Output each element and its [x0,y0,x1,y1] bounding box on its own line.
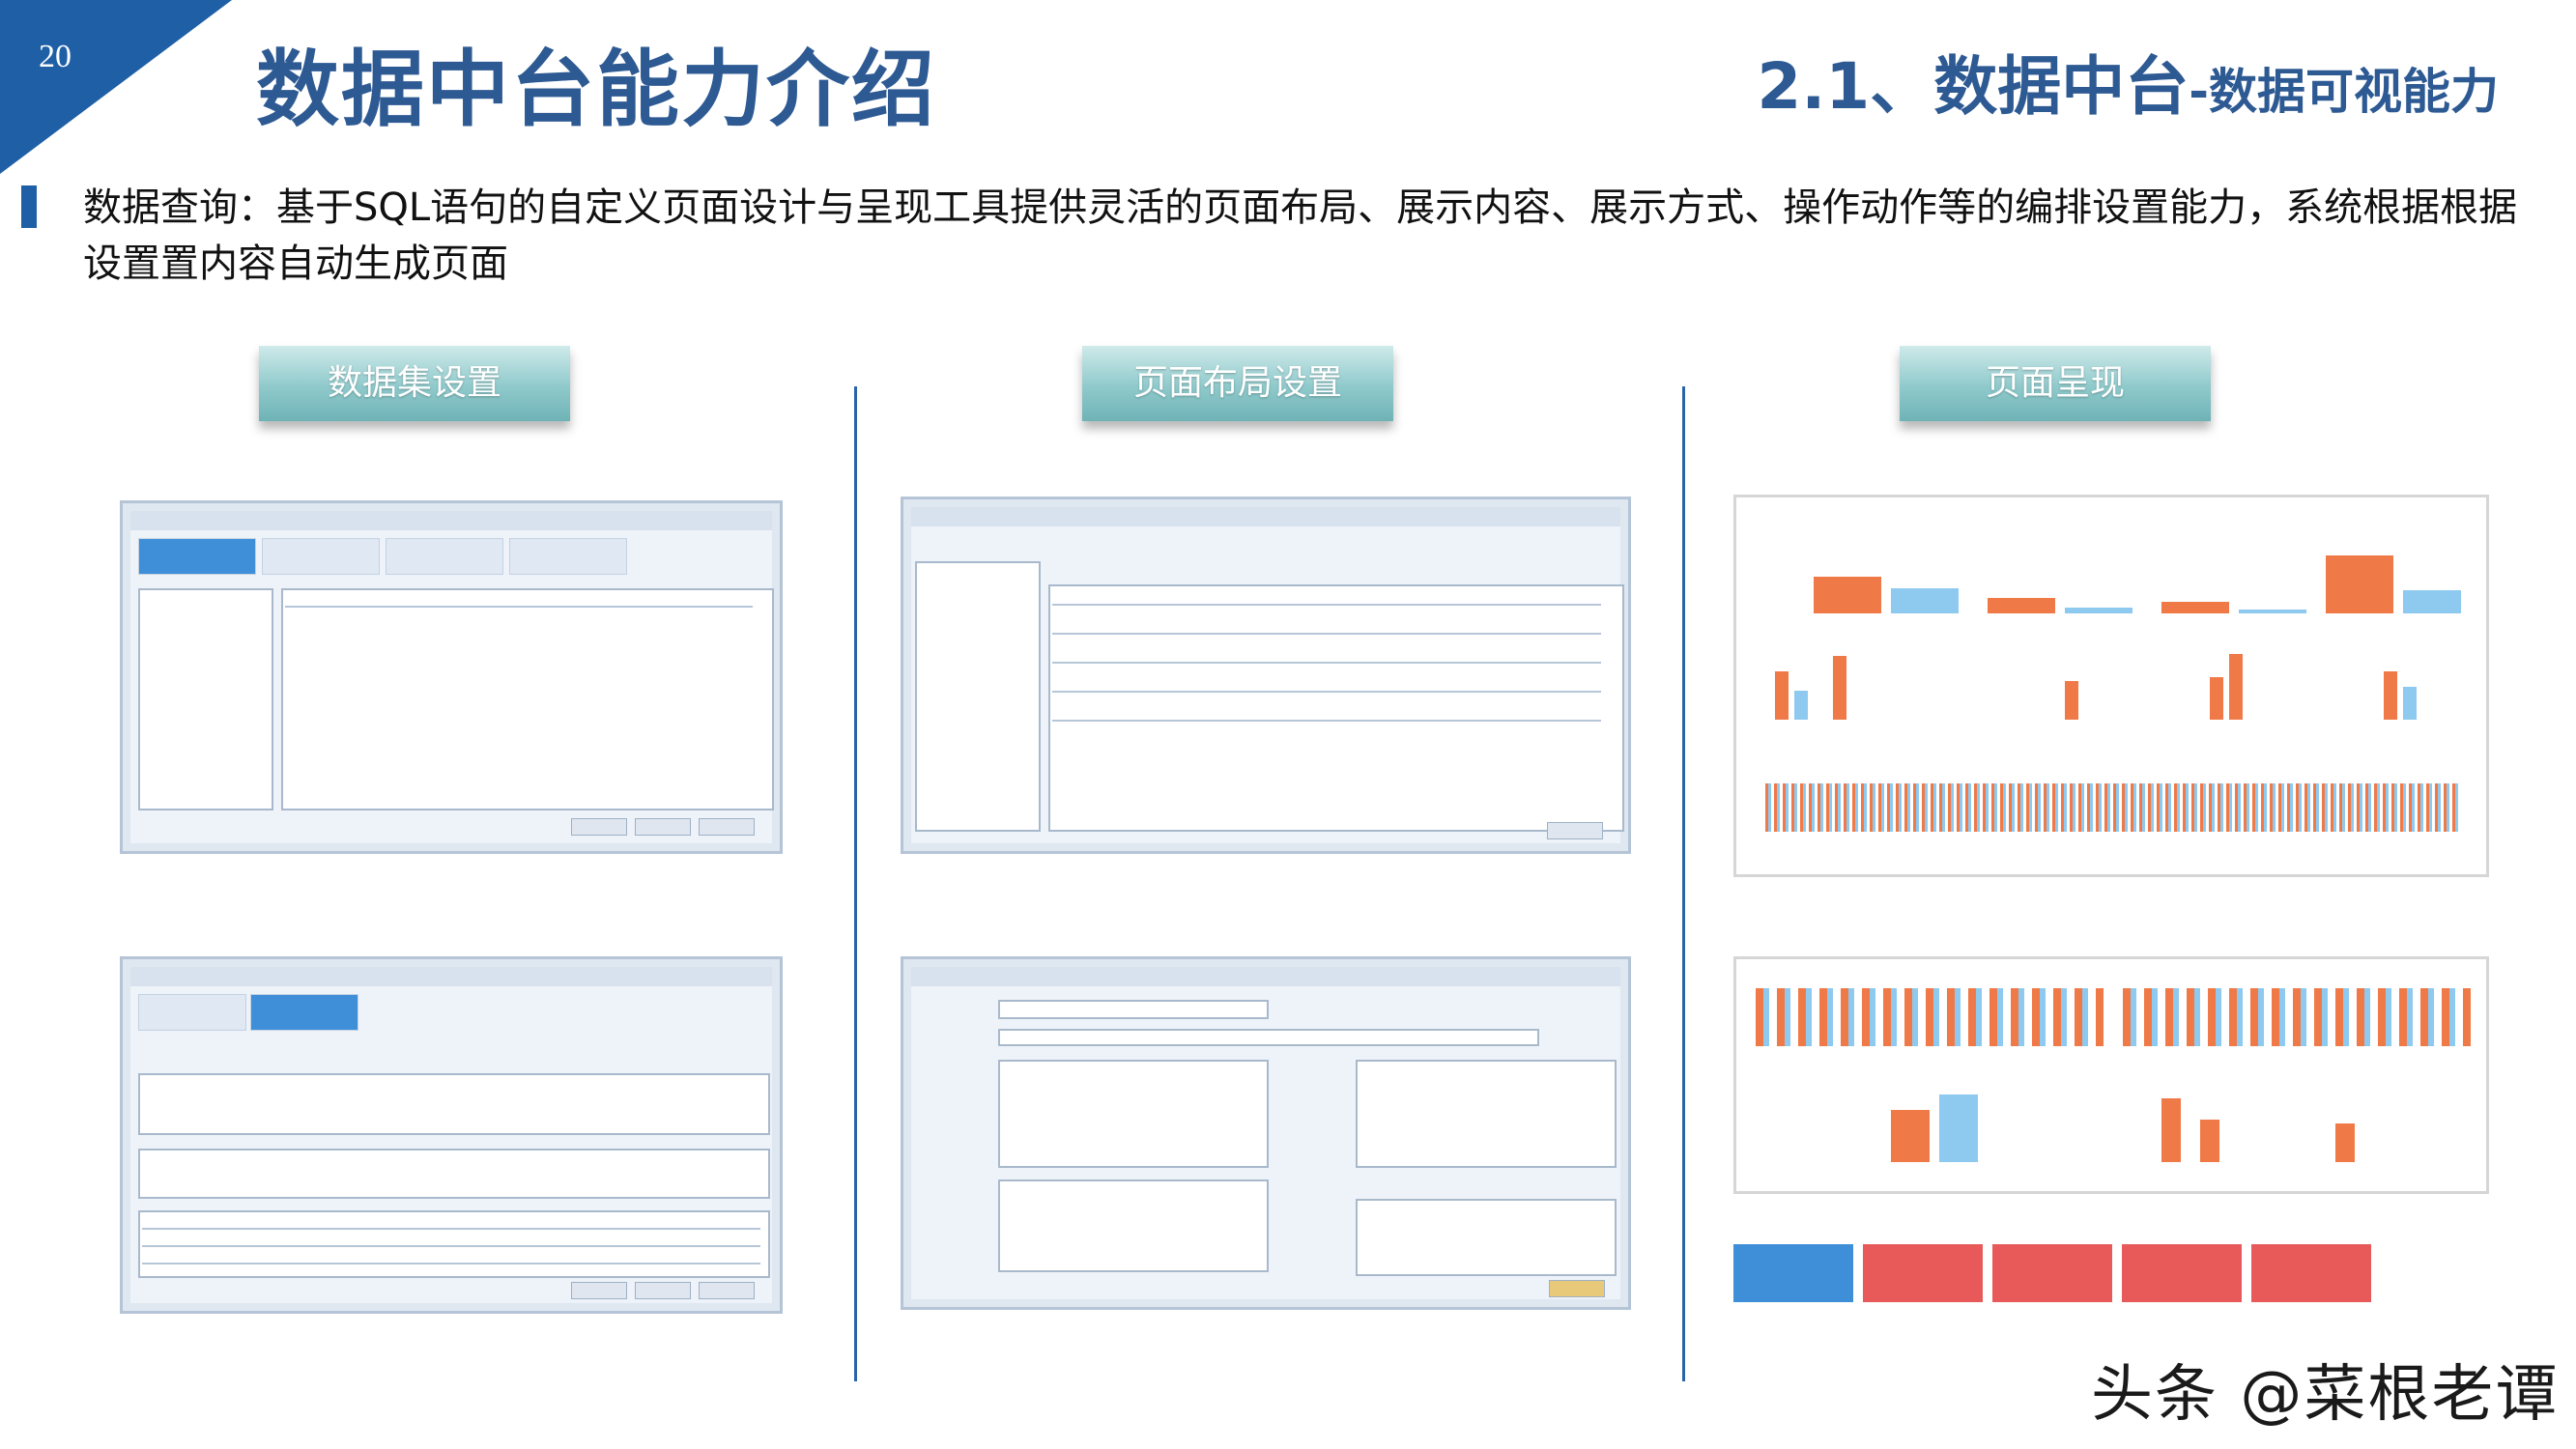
dashboard-kpi-cards [1733,1236,2489,1314]
confirm-button [1547,822,1603,839]
window-titlebar [911,967,1620,986]
grid-row-line [1052,720,1601,722]
chart-bar [2239,610,2306,613]
grid-row-line [1052,633,1601,635]
page-title: 数据中台能力介绍 [256,42,936,138]
chart-bar [2403,687,2417,720]
chart-bar [1939,1094,1978,1162]
chart-bar [1891,588,1959,613]
chart-config-screenshot [901,956,1631,1310]
y-axis-list [998,1060,1269,1168]
grouped-bar-chart [2123,988,2471,1046]
section-title-suffix: -数据可视能力 [2189,64,2499,120]
corner-triangle [0,0,232,174]
dashboard-screenshot-middle [1733,956,2489,1194]
description-text: 数据查询：基于SQL语句的自定义页面设计与呈现工具提供灵活的页面布局、展示内容、… [83,185,2518,286]
wizard-button [699,1282,755,1299]
group-list [998,1179,1269,1272]
wizard-step-tab [138,994,246,1031]
grid-row-line [1052,604,1601,606]
chart-bar [2065,608,2132,613]
section-title-prefix: 2.1、数据中台 [1757,49,2190,124]
chart-bar [2229,654,2243,720]
url-input [998,1029,1539,1046]
bar-chart [2142,1085,2461,1162]
field-checklist [915,561,1041,832]
grid-row-line [1052,691,1601,693]
screenshot-window [911,967,1620,1299]
column-header-dataset-settings: 数据集设置 [259,346,570,421]
page-number: 20 [39,39,72,74]
wizard-step-tab [138,538,256,575]
sql-preview [138,1149,770,1199]
main-bar-chart [1785,536,2461,613]
table-header-line [285,606,753,608]
chart-bar [2326,555,2393,613]
layout-grid-screenshot [901,497,1631,854]
sql-editor [138,1073,770,1135]
confirm-button [1549,1280,1605,1297]
window-titlebar [911,507,1620,526]
wizard-step-tab [386,538,503,575]
column-divider-right [1682,386,1685,1381]
y2-axis-list [1356,1060,1617,1168]
wizard-button [635,1282,691,1299]
dataset-wizard-screenshot [120,500,783,854]
chart-bar [1891,1110,1930,1162]
field-table [138,1210,770,1278]
window-titlebar [130,967,772,986]
chart-bar [2200,1120,2219,1162]
table-row-line [142,1245,760,1247]
wizard-button [699,818,755,836]
chart-bar [2335,1123,2355,1162]
chart-bar [2065,681,2078,720]
bar-chart [1765,1085,2084,1162]
dataset-select [998,1000,1269,1019]
kpi-card [1733,1244,1853,1302]
chart-bar [2210,677,2223,720]
chart-bar [2161,1098,2181,1162]
tooltip-config [1356,1199,1617,1276]
description-marker [21,185,37,228]
chart-bar [1814,577,1881,613]
window-titlebar [130,511,772,530]
table-row-line [142,1228,760,1230]
column-header-layout-settings: 页面布局设置 [1082,346,1393,421]
chart-bar [1833,656,1846,720]
wizard-button [571,818,627,836]
grouped-bar-chart [1756,988,2104,1046]
wizard-button [571,1282,627,1299]
chart-bar [1794,691,1808,720]
watermark: 头条 @菜根老谭 [2091,1359,2560,1431]
table-pane [281,588,774,810]
column-divider-left [854,386,857,1381]
timeline-bar-chart [1765,783,2461,832]
dashboard-screenshot-top [1733,495,2489,877]
grid-row-line [1052,662,1601,664]
chart-bar [2161,602,2229,613]
screenshot-window [130,967,772,1303]
chart-bar [2403,590,2461,613]
chart-bar [2384,671,2397,720]
wizard-step-tab [509,538,627,575]
kpi-card [2251,1244,2371,1302]
wizard-button [635,818,691,836]
dataset-sql-screenshot [120,956,783,1314]
table-row-line [142,1263,760,1264]
kpi-card [2122,1244,2242,1302]
wizard-step-tab [262,538,380,575]
screenshot-window [911,507,1624,843]
wizard-step-tab [250,994,358,1031]
kpi-card [1863,1244,1983,1302]
section-title: 2.1、数据中台-数据可视能力 [1757,35,2499,128]
kpi-card [1992,1244,2112,1302]
chart-bar [1988,598,2055,613]
tree-pane [138,588,273,810]
small-bar-charts [1756,652,2471,720]
column-config-grid [1048,584,1624,832]
column-header-page-rendering: 页面呈现 [1900,346,2211,421]
chart-bar [1775,671,1789,720]
screenshot-window [130,511,774,843]
